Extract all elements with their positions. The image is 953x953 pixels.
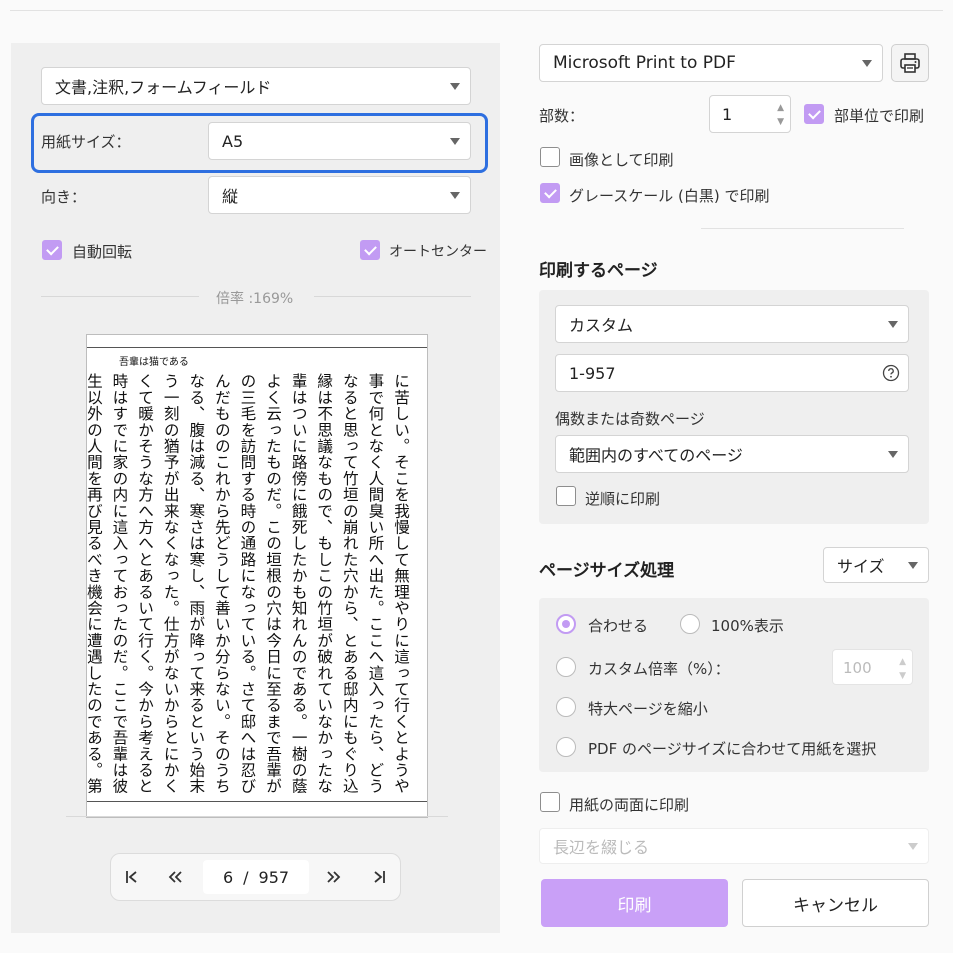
page-preview: 吾輩は猫である に苦しい。そこを我慢して無理やりに這って行くとようやくの 事で何…: [85, 334, 428, 818]
current-page: 6: [222, 867, 234, 887]
paper-size-value: A5: [222, 131, 244, 151]
pages-section-title: 印刷するページ: [539, 261, 658, 281]
top-divider: [10, 10, 943, 11]
paper-size-select[interactable]: A5: [208, 122, 471, 160]
printer-select[interactable]: Microsoft Print to PDF: [539, 44, 883, 82]
fit-radio[interactable]: [556, 614, 576, 634]
odd-even-value: 範囲内のすべてのページ: [569, 446, 743, 465]
chevron-down-icon: [450, 192, 460, 199]
auto-rotate-checkbox[interactable]: [42, 240, 62, 260]
shrink-radio[interactable]: [556, 697, 576, 717]
copies-stepper[interactable]: 1 ▲ ▼: [709, 95, 791, 133]
first-page-icon[interactable]: [120, 865, 144, 889]
preview-header: 吾輩は猫である: [119, 357, 189, 368]
reverse-order-checkbox[interactable]: [556, 486, 576, 506]
printer-properties-button[interactable]: [891, 44, 929, 82]
chevron-down-icon: [862, 60, 872, 67]
orientation-label: 向き：: [41, 188, 87, 206]
actual-size-radio[interactable]: [680, 614, 700, 634]
page-range-select[interactable]: カスタム: [555, 305, 909, 343]
scale-line-right: [314, 296, 471, 297]
last-page-icon[interactable]: [367, 865, 391, 889]
page-range-input-value: 1-957: [569, 363, 616, 383]
section-divider: [701, 228, 904, 229]
choose-paper-radio[interactable]: [556, 737, 576, 757]
preview-shadow: [66, 816, 448, 817]
print-button[interactable]: 印刷: [541, 879, 728, 927]
auto-center-checkbox[interactable]: [360, 240, 380, 260]
printer-value: Microsoft Print to PDF: [553, 53, 736, 73]
previous-page-icon[interactable]: [163, 865, 187, 889]
odd-even-label: 偶数または奇数ページ: [555, 410, 705, 428]
scale-text: 倍率 :169%: [216, 291, 294, 307]
custom-scale-radio[interactable]: [556, 657, 576, 677]
sizing-select[interactable]: サイズ: [823, 547, 929, 583]
fit-label: 合わせる: [588, 617, 649, 635]
orientation-value: 縦: [222, 187, 239, 206]
scale-line-left: [41, 296, 199, 297]
chevron-down-icon: [888, 451, 898, 458]
actual-size-label: 100%表示: [711, 617, 784, 635]
print-as-image-label: 画像として印刷: [569, 151, 674, 169]
stepper-arrows-icon[interactable]: ▲ ▼: [777, 101, 784, 129]
custom-scale-placeholder: 100: [843, 659, 872, 677]
chevron-down-icon: [450, 83, 460, 90]
copies-label: 部数：: [539, 107, 585, 125]
shrink-label: 特大ページを縮小: [588, 700, 708, 718]
stepper-arrows-icon[interactable]: ▲ ▼: [899, 655, 906, 683]
grayscale-checkbox[interactable]: [540, 183, 560, 203]
printer-icon: [900, 53, 920, 73]
paper-size-label: 用紙サイズ：: [41, 133, 131, 151]
grayscale-label: グレースケール (白黒) で印刷: [569, 187, 770, 205]
preview-body-text: に苦しい。そこを我慢して無理やりに這って行くとようやくの 事で何となく人間臭い所…: [84, 373, 410, 793]
page-navigator: 6 / 957: [110, 853, 401, 901]
chevron-down-icon: [450, 138, 460, 145]
preview-top-rule: [87, 347, 427, 348]
auto-rotate-label: 自動回転: [72, 243, 133, 261]
content-select-value: 文書,注釈,フォームフィールド: [55, 78, 272, 97]
next-page-icon[interactable]: [322, 865, 346, 889]
page-number-field[interactable]: 6 / 957: [203, 860, 309, 894]
duplex-checkbox[interactable]: [540, 792, 560, 812]
binding-value: 長辺を綴じる: [553, 838, 650, 857]
page-sizing-title: ページサイズ処理: [539, 561, 675, 581]
duplex-label: 用紙の両面に印刷: [569, 796, 690, 814]
cancel-button[interactable]: キャンセル: [742, 879, 929, 927]
chevron-down-icon: [908, 562, 918, 569]
binding-select[interactable]: 長辺を綴じる: [539, 828, 929, 864]
orientation-select[interactable]: 縦: [208, 176, 471, 214]
page-range-value: カスタム: [569, 316, 634, 335]
content-select[interactable]: 文書,注釈,フォームフィールド: [41, 67, 471, 105]
choose-paper-label: PDF のページサイズに合わせて用紙を選択: [588, 740, 877, 758]
preview-bottom-rule: [87, 801, 427, 802]
odd-even-select[interactable]: 範囲内のすべてのページ: [555, 435, 909, 473]
copies-value: 1: [722, 105, 733, 124]
reverse-order-label: 逆順に印刷: [585, 490, 661, 508]
sizing-value: サイズ: [837, 557, 885, 576]
page-range-input[interactable]: 1-957: [555, 354, 909, 392]
help-icon[interactable]: [882, 364, 900, 382]
chevron-down-icon: [888, 321, 898, 328]
collate-checkbox[interactable]: [804, 104, 824, 124]
chevron-down-icon: [908, 843, 918, 850]
print-as-image-checkbox[interactable]: [540, 147, 560, 167]
custom-scale-label: カスタム倍率（%）：: [588, 660, 730, 678]
custom-scale-input[interactable]: 100 ▲ ▼: [832, 649, 913, 685]
page-separator: /: [243, 867, 249, 887]
collate-label: 部単位で印刷: [834, 107, 925, 125]
total-pages: 957: [258, 867, 290, 887]
auto-center-label: オートセンター: [389, 244, 487, 260]
